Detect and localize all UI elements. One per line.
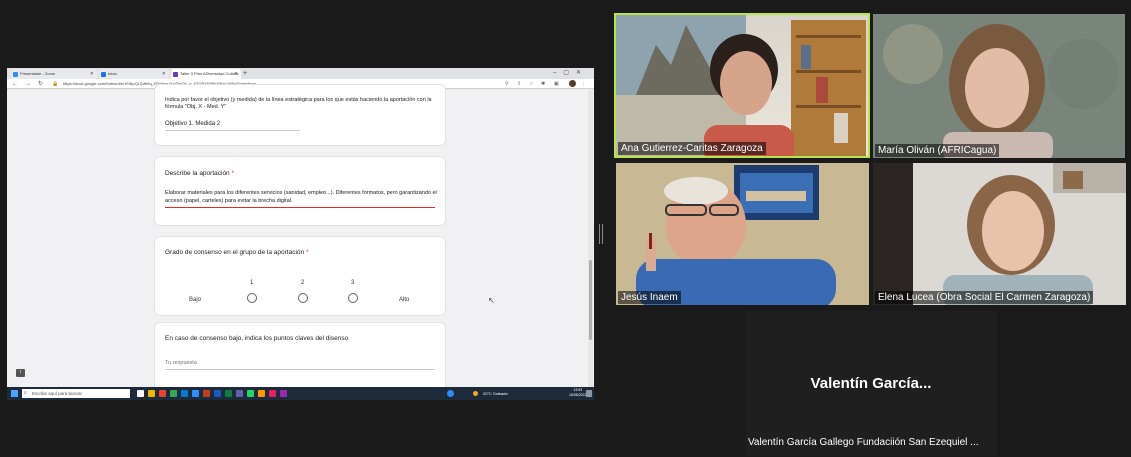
answer-underline xyxy=(165,369,435,370)
share-icon[interactable]: ⇪ xyxy=(517,80,521,88)
video-tile-elena[interactable]: Elena Lucea (Obra Social El Carmen Zarag… xyxy=(873,163,1126,305)
tab-zoom[interactable]: Presentaste - Zoom ✕ xyxy=(11,69,97,79)
forms-icon xyxy=(173,72,178,77)
question-card-aportacion: Describe la aportación * Elaborar materi… xyxy=(154,156,446,226)
scale-low-label: Bajo xyxy=(189,297,202,303)
zoom-app-icon[interactable] xyxy=(192,390,199,397)
extensions-icon[interactable]: ✱ xyxy=(541,80,545,88)
reload-icon[interactable]: ↻ xyxy=(38,79,43,89)
radio-2[interactable] xyxy=(298,293,308,303)
participant-name: Ana Gutierrez-Caritas Zaragoza xyxy=(618,142,766,155)
excel-icon[interactable] xyxy=(225,390,232,397)
task-view-icon[interactable] xyxy=(137,390,144,397)
video-tile-ana[interactable]: Ana Gutierrez-Caritas Zaragoza xyxy=(614,13,870,158)
question-text: Indica por favor el objetivo (y medida) … xyxy=(165,97,432,110)
profile-avatar[interactable] xyxy=(569,80,576,87)
scrollbar-thumb[interactable] xyxy=(589,260,592,340)
radio-1[interactable] xyxy=(247,293,257,303)
star-icon[interactable]: ☆ xyxy=(529,80,533,88)
app-icon-pink[interactable] xyxy=(269,390,276,397)
question-card-consenso: Grado de consenso en el grupo de la apor… xyxy=(154,236,446,316)
feedback-icon[interactable]: ! xyxy=(16,369,25,377)
file-explorer-icon[interactable] xyxy=(148,390,155,397)
form-page: Indica por favor el objetivo (y medida) … xyxy=(7,84,594,392)
answer-objetivo[interactable]: Objetivo 1. Medida 2 xyxy=(165,121,220,127)
menu-icon[interactable]: ⋮ xyxy=(581,80,586,88)
participant-name: Valentín García Gallego Fundaciión San E… xyxy=(748,437,979,448)
required-marker: * xyxy=(231,170,235,177)
scale-label-1: 1 xyxy=(250,280,254,286)
answer-disenso-input[interactable]: Tu respuesta xyxy=(165,360,197,366)
participant-name: Jesús Inaem xyxy=(618,291,681,304)
close-icon[interactable]: ✕ xyxy=(90,69,94,79)
system-tray: 20°C Soleado xyxy=(483,391,508,396)
tray-zoom-icon[interactable] xyxy=(447,390,454,397)
participant-video xyxy=(616,163,869,305)
question-title: Grado de consenso en el grupo de la apor… xyxy=(165,249,309,256)
question-card-disenso: En caso de consenso bajo, indica los pun… xyxy=(154,322,446,392)
chrome-icon[interactable] xyxy=(170,390,177,397)
teams-icon[interactable] xyxy=(236,390,243,397)
participant-video xyxy=(873,14,1125,158)
participant-name: María Oliván (AFRICagua) xyxy=(875,144,1000,157)
page-scrollbar[interactable] xyxy=(588,90,593,387)
required-marker: * xyxy=(305,249,309,256)
taskbar-clock[interactable]: 13:53 16/06/2022 xyxy=(569,388,587,398)
whatsapp-icon[interactable] xyxy=(247,390,254,397)
answer-underline xyxy=(165,130,300,131)
lock-icon: 🔒 xyxy=(52,81,59,87)
app-icon-red[interactable] xyxy=(159,390,166,397)
windows-start-icon[interactable] xyxy=(11,390,18,397)
scale-label-2: 2 xyxy=(301,280,305,286)
mouse-cursor-icon: ↖ xyxy=(488,296,495,305)
key-icon[interactable]: ⚲ xyxy=(505,80,509,88)
app-icon-purple[interactable] xyxy=(280,390,287,397)
scale-high-label: Alto xyxy=(399,297,410,303)
windows-taskbar: ⌕ Escribe aquí para buscar 20°C Soleado … xyxy=(7,387,594,400)
participant-video xyxy=(616,15,866,156)
zoom-icon xyxy=(13,72,18,77)
app-icon-orange[interactable] xyxy=(258,390,265,397)
participant-display-name: Valentín García... xyxy=(810,375,932,392)
scale-label-3: 3 xyxy=(351,280,355,286)
edge-icon[interactable] xyxy=(181,390,188,397)
participant-video xyxy=(873,163,1126,305)
window-controls[interactable]: –▢✕ xyxy=(553,68,588,79)
radio-3[interactable] xyxy=(348,293,358,303)
answer-aportacion[interactable]: Elaborar materiales para los diferentes … xyxy=(165,189,440,205)
browser-tab-bar: Presentaste - Zoom ✕ Inicio ✕ Taller 3 P… xyxy=(7,68,594,79)
shared-screen: Presentaste - Zoom ✕ Inicio ✕ Taller 3 P… xyxy=(7,68,594,400)
back-icon[interactable]: ← xyxy=(12,79,18,89)
video-tile-jesus[interactable]: Jesús Inaem xyxy=(616,163,869,305)
close-icon[interactable]: ✕ xyxy=(162,69,166,79)
new-tab-icon[interactable]: + xyxy=(243,68,247,79)
close-icon[interactable]: ✕ xyxy=(234,69,238,79)
question-title: Describe la aportación * xyxy=(165,170,235,177)
globe-icon xyxy=(101,72,106,77)
tab-inicio[interactable]: Inicio ✕ xyxy=(99,69,169,79)
video-tile-valentin[interactable]: Valentín García... Valentín García Galle… xyxy=(745,311,997,456)
sidebar-icon[interactable]: ▣ xyxy=(554,80,559,88)
powerpoint-icon[interactable] xyxy=(203,390,210,397)
taskbar-search[interactable]: ⌕ Escribe aquí para buscar xyxy=(22,389,130,398)
notifications-icon[interactable] xyxy=(586,390,592,397)
question-card-objetivo: Indica por favor el objetivo (y medida) … xyxy=(154,84,446,146)
search-icon: ⌕ xyxy=(24,390,27,396)
tab-google-form[interactable]: Taller 3 Plan ADiversidad Cultura ✕ xyxy=(171,69,241,79)
question-title: En caso de consenso bajo, indica los pun… xyxy=(165,335,349,342)
video-tile-maria[interactable]: María Oliván (AFRICagua) xyxy=(873,14,1125,158)
active-underline xyxy=(165,207,435,208)
forward-icon[interactable]: → xyxy=(25,79,31,89)
word-icon[interactable] xyxy=(214,390,221,397)
participant-name: Elena Lucea (Obra Social El Carmen Zarag… xyxy=(875,291,1094,304)
split-view-handle[interactable] xyxy=(599,224,603,244)
